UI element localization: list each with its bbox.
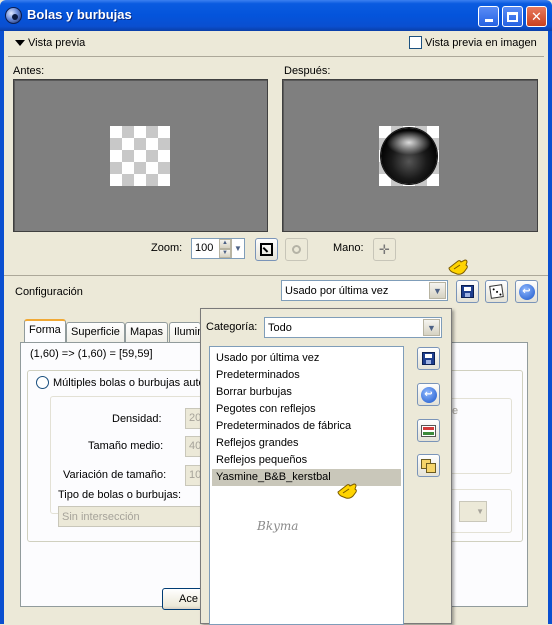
list-item[interactable]: Borrar burbujas <box>212 384 401 401</box>
after-label: Después: <box>284 65 331 77</box>
save-icon <box>422 352 435 365</box>
dice-icon <box>489 284 504 299</box>
config-label: Configuración <box>15 286 83 298</box>
multiple-radio[interactable] <box>36 376 49 389</box>
tab-label: Mapas <box>130 326 164 338</box>
tab-iluminacion[interactable]: Ilumin <box>169 322 201 342</box>
spin-down-icon[interactable]: ▼ <box>219 248 231 258</box>
category-dropdown[interactable]: Todo ▼ <box>264 317 442 338</box>
app-icon <box>5 7 22 24</box>
resource-manager-icon <box>421 424 436 437</box>
zoom-tool-button[interactable] <box>285 238 308 261</box>
title-bar[interactable]: Bolas y burbujas ✕ <box>0 0 552 31</box>
after-preview[interactable] <box>282 79 538 232</box>
pan-label: Mano: <box>333 242 364 254</box>
chevron-down-icon[interactable]: ▼ <box>423 319 440 336</box>
before-label: Antes: <box>13 65 45 77</box>
list-item[interactable]: Reflejos pequeños <box>212 452 401 469</box>
tab-forma[interactable]: Forma <box>24 319 66 343</box>
multiple-radio-row[interactable]: Múltiples bolas o burbujas autor <box>36 376 211 389</box>
randomize-button[interactable] <box>485 280 508 303</box>
popup-save-button[interactable] <box>417 347 440 370</box>
move-cross-icon: ✛ <box>379 242 390 257</box>
category-label: Categoría: <box>206 321 258 333</box>
popup-delete-button[interactable]: ↩ <box>417 383 440 406</box>
before-thumbnail <box>110 126 170 186</box>
tab-label: Ilumin <box>174 326 201 338</box>
after-thumbnail <box>379 126 439 186</box>
right-group-label: e <box>452 405 459 417</box>
type-label: Tipo de bolas o burbujas: <box>58 489 182 501</box>
minimize-icon <box>484 19 493 22</box>
before-preview[interactable] <box>13 79 268 232</box>
hand-pointer-icon <box>448 259 468 275</box>
chevron-down-icon[interactable]: ▼ <box>231 239 244 258</box>
preview-toggle[interactable]: Vista previa <box>15 37 85 49</box>
type-value: Sin intersección <box>62 510 140 523</box>
type-dropdown[interactable]: Sin intersección <box>58 506 204 527</box>
zoom-spin-buttons[interactable]: ▲ ▼ <box>219 239 231 258</box>
magnifier-icon <box>292 245 301 254</box>
chevron-down-icon: ▼ <box>476 507 484 516</box>
popup-resource-button[interactable] <box>417 419 440 442</box>
popup-copy-button[interactable] <box>417 454 440 477</box>
zoom-value[interactable]: 100 <box>192 239 219 258</box>
preset-value: Usado por última vez <box>285 284 389 297</box>
avg-size-label: Tamaño medio: <box>88 440 164 452</box>
multiple-radio-label: Múltiples bolas o burbujas autor <box>53 376 209 389</box>
tab-mapas[interactable]: Mapas <box>125 322 169 342</box>
preset-list[interactable]: Usado por última vez Predeterminados Bor… <box>209 346 404 625</box>
preview-toggle-label: Vista previa <box>28 37 86 49</box>
triangle-down-icon <box>15 40 25 46</box>
category-value: Todo <box>268 321 292 334</box>
list-item[interactable]: Reflejos grandes <box>212 435 401 452</box>
size-variation-label: Variación de tamaño: <box>63 469 167 481</box>
list-item[interactable]: Predeterminados <box>212 367 401 384</box>
divider <box>8 56 544 57</box>
tab-label: Forma <box>29 324 61 336</box>
copy-icon <box>421 458 436 473</box>
list-item[interactable]: Predeterminados de fábrica <box>212 418 401 435</box>
zoom-label: Zoom: <box>151 242 183 254</box>
window-border-left <box>0 31 4 624</box>
preset-dropdown[interactable]: Usado por última vez ▼ <box>281 280 448 301</box>
window-title: Bolas y burbujas <box>27 7 132 22</box>
coords-readout: (1,60) => (1,60) = [59,59] <box>30 348 153 360</box>
chevron-down-icon[interactable]: ▼ <box>429 282 446 299</box>
accept-label: Ace <box>179 593 198 605</box>
tab-label: Superficie <box>71 326 120 338</box>
maximize-icon <box>507 11 518 22</box>
window-border-right <box>548 31 552 624</box>
close-icon: ✕ <box>531 9 542 24</box>
undo-icon: ↩ <box>420 386 437 403</box>
hand-pointer-icon <box>337 483 357 499</box>
spin-up-icon[interactable]: ▲ <box>219 239 231 249</box>
zoom-spinner[interactable]: 100 ▲ ▼ ▼ <box>191 238 245 259</box>
pan-button[interactable]: ✛ <box>373 238 396 261</box>
image-preview-checkbox-row[interactable]: Vista previa en imagen <box>409 36 537 49</box>
disabled-spinner[interactable]: ▼ <box>459 501 487 522</box>
minimize-button[interactable] <box>478 6 499 27</box>
watermark: Bkyma <box>257 519 299 533</box>
preset-popup: Categoría: Todo ▼ Usado por última vez P… <box>200 308 452 625</box>
list-item[interactable]: Usado por última vez <box>212 350 401 367</box>
list-item-selected[interactable]: Yasmine_B&B_kerstbal <box>212 469 401 486</box>
maximize-button[interactable] <box>502 6 523 27</box>
zoom-fit-button[interactable] <box>255 238 278 261</box>
density-label: Densidad: <box>112 413 162 425</box>
save-preset-button[interactable] <box>456 280 479 303</box>
rendered-sphere <box>381 128 437 184</box>
fit-window-icon <box>260 243 273 256</box>
close-button[interactable]: ✕ <box>526 6 547 27</box>
tab-superficie[interactable]: Superficie <box>66 322 125 342</box>
undo-icon: ↩ <box>518 283 535 300</box>
reset-button[interactable]: ↩ <box>515 280 538 303</box>
list-item[interactable]: Pegotes con reflejos <box>212 401 401 418</box>
image-preview-label: Vista previa en imagen <box>425 36 537 49</box>
image-preview-checkbox[interactable] <box>409 36 422 49</box>
save-icon <box>461 285 474 298</box>
